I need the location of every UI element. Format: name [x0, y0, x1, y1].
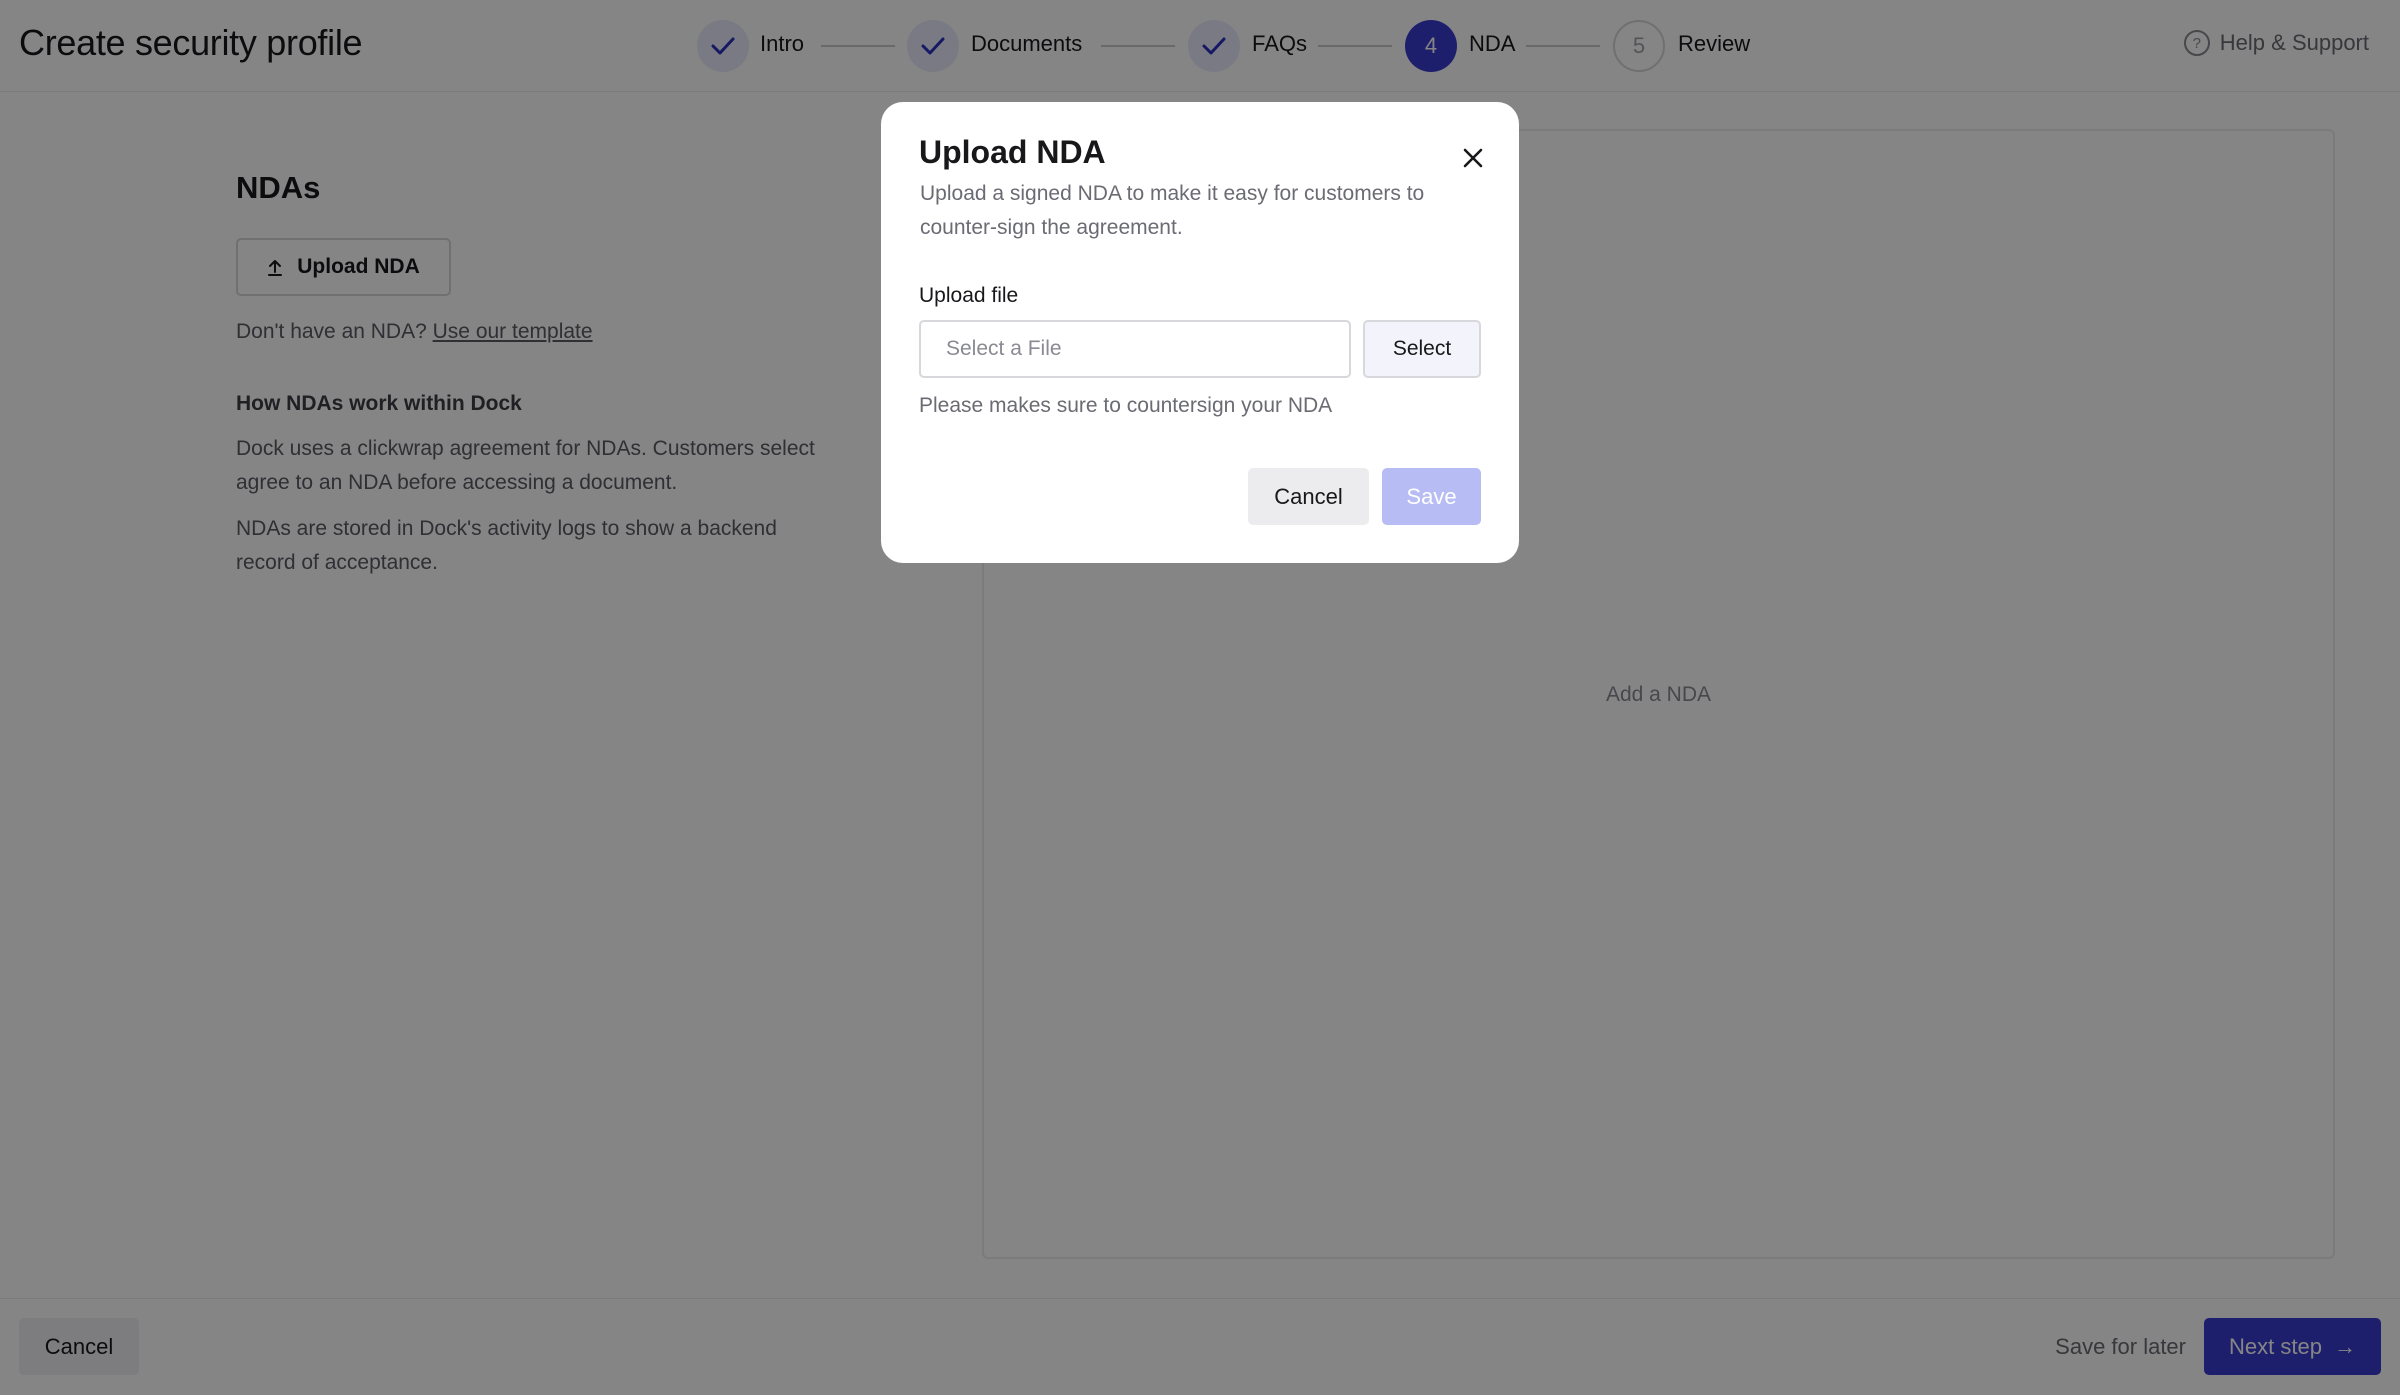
- countersign-hint: Please makes sure to countersign your ND…: [919, 394, 1333, 417]
- select-file-button[interactable]: Select: [1363, 320, 1481, 378]
- upload-file-label: Upload file: [919, 284, 1019, 307]
- dialog-save-button[interactable]: Save: [1382, 468, 1481, 525]
- dialog-title: Upload NDA: [919, 134, 1106, 170]
- close-icon[interactable]: [1457, 142, 1489, 174]
- file-name-input[interactable]: [919, 320, 1351, 378]
- dialog-description: Upload a signed NDA to make it easy for …: [920, 182, 1425, 239]
- dialog-cancel-button[interactable]: Cancel: [1248, 468, 1369, 525]
- upload-nda-dialog: Upload NDA Upload a signed NDA to make i…: [881, 102, 1519, 563]
